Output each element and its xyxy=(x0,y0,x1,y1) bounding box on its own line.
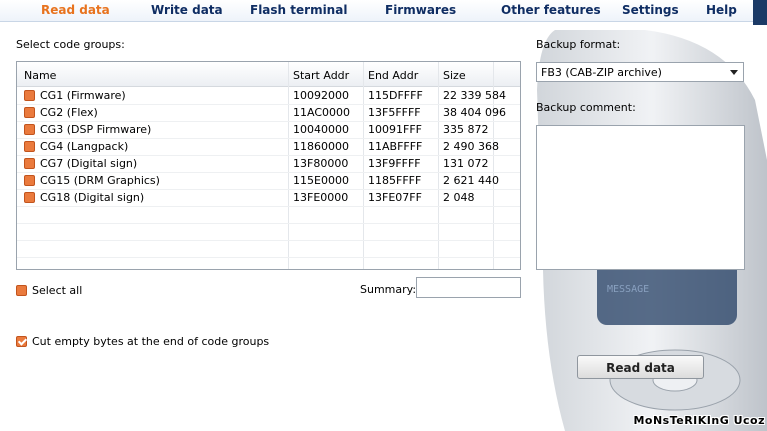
empty-row xyxy=(17,240,520,258)
table-row[interactable]: CG18 (Digital sign) 13FE0000 13FE07FF 2 … xyxy=(17,189,520,207)
table-row[interactable]: CG7 (Digital sign) 13F80000 13F9FFFF 131… xyxy=(17,155,520,173)
row-checkbox[interactable] xyxy=(24,158,35,169)
cell-name: CG2 (Flex) xyxy=(40,106,98,119)
cell-name: CG3 (DSP Firmware) xyxy=(40,123,152,136)
cell-start-addr: 13FE0000 xyxy=(293,191,349,204)
row-checkbox[interactable] xyxy=(24,141,35,152)
cell-end-addr: 13F9FFFF xyxy=(368,157,421,170)
column-name[interactable]: Name xyxy=(24,69,56,82)
empty-row xyxy=(17,206,520,224)
cell-size: 2 621 440 xyxy=(443,174,499,187)
cell-start-addr: 11AC0000 xyxy=(293,106,351,119)
chevron-down-icon[interactable] xyxy=(730,70,738,75)
cell-size: 131 072 xyxy=(443,157,489,170)
tab-help[interactable]: Help xyxy=(706,3,737,17)
row-checkbox[interactable] xyxy=(24,124,35,135)
cell-end-addr: 11ABFFFF xyxy=(368,140,423,153)
cell-name: CG7 (Digital sign) xyxy=(40,157,138,170)
cell-name: CG1 (Firmware) xyxy=(40,89,126,102)
code-groups-list[interactable]: Name Start Addr End Addr Size CG1 (Firmw… xyxy=(16,61,521,270)
cell-name: CG18 (Digital sign) xyxy=(40,191,145,204)
column-size[interactable]: Size xyxy=(443,69,466,82)
cut-empty-bytes-label[interactable]: Cut empty bytes at the end of code group… xyxy=(32,335,269,348)
tab-settings[interactable]: Settings xyxy=(622,3,679,17)
row-checkbox[interactable] xyxy=(24,90,35,101)
cell-size: 2 048 xyxy=(443,191,475,204)
summary-field[interactable] xyxy=(416,277,521,298)
cell-start-addr: 13F80000 xyxy=(293,157,349,170)
list-header: Name Start Addr End Addr Size xyxy=(17,62,520,87)
backup-format-value: FB3 (CAB-ZIP archive) xyxy=(541,66,662,79)
phone-screen-text: MESSAGE xyxy=(607,284,649,295)
summary-label: Summary: xyxy=(360,283,417,296)
cell-size: 22 339 584 xyxy=(443,89,506,102)
cell-start-addr: 11860000 xyxy=(293,140,349,153)
cell-end-addr: 1185FFFF xyxy=(368,174,422,187)
window-edge xyxy=(753,0,767,25)
tab-read-data[interactable]: Read data xyxy=(41,3,110,17)
watermark: MoNsTeRIKInG Ucoz xyxy=(633,414,765,427)
backup-format-select[interactable]: FB3 (CAB-ZIP archive) xyxy=(536,62,744,82)
cell-name: CG15 (DRM Graphics) xyxy=(40,174,160,187)
row-checkbox[interactable] xyxy=(24,192,35,203)
table-row[interactable]: CG3 (DSP Firmware) 10040000 10091FFF 335… xyxy=(17,121,520,139)
row-checkbox[interactable] xyxy=(24,107,35,118)
cell-end-addr: 13FE07FF xyxy=(368,191,422,204)
cell-end-addr: 13F5FFFF xyxy=(368,106,421,119)
select-all-label[interactable]: Select all xyxy=(32,284,82,297)
tab-write-data[interactable]: Write data xyxy=(151,3,223,17)
backup-comment-field[interactable] xyxy=(536,125,745,270)
cell-size: 2 490 368 xyxy=(443,140,499,153)
empty-row xyxy=(17,223,520,241)
tab-firmwares[interactable]: Firmwares xyxy=(385,3,456,17)
cell-end-addr: 115DFFFF xyxy=(368,89,423,102)
table-row[interactable]: CG1 (Firmware) 10092000 115DFFFF 22 339 … xyxy=(17,87,520,105)
read-data-button[interactable]: Read data xyxy=(577,355,704,379)
cell-start-addr: 10040000 xyxy=(293,123,349,136)
row-checkbox[interactable] xyxy=(24,175,35,186)
column-start-addr[interactable]: Start Addr xyxy=(293,69,349,82)
table-row[interactable]: CG2 (Flex) 11AC0000 13F5FFFF 38 404 096 xyxy=(17,104,520,122)
cell-size: 38 404 096 xyxy=(443,106,506,119)
select-code-groups-label: Select code groups: xyxy=(16,38,125,51)
backup-format-label: Backup format: xyxy=(536,38,621,51)
select-all-checkbox[interactable] xyxy=(16,285,27,296)
table-row[interactable]: CG15 (DRM Graphics) 115E0000 1185FFFF 2 … xyxy=(17,172,520,190)
cell-end-addr: 10091FFF xyxy=(368,123,422,136)
tab-bar: Read data Write data Flash terminal Firm… xyxy=(0,0,754,22)
cut-empty-bytes-checkbox[interactable] xyxy=(16,336,27,347)
tab-flash-terminal[interactable]: Flash terminal xyxy=(250,3,347,17)
cell-start-addr: 115E0000 xyxy=(293,174,349,187)
table-row[interactable]: CG4 (Langpack) 11860000 11ABFFFF 2 490 3… xyxy=(17,138,520,156)
column-end-addr[interactable]: End Addr xyxy=(368,69,418,82)
cell-name: CG4 (Langpack) xyxy=(40,140,129,153)
tab-other-features[interactable]: Other features xyxy=(501,3,601,17)
cell-start-addr: 10092000 xyxy=(293,89,349,102)
cell-size: 335 872 xyxy=(443,123,489,136)
backup-comment-label: Backup comment: xyxy=(536,101,636,114)
